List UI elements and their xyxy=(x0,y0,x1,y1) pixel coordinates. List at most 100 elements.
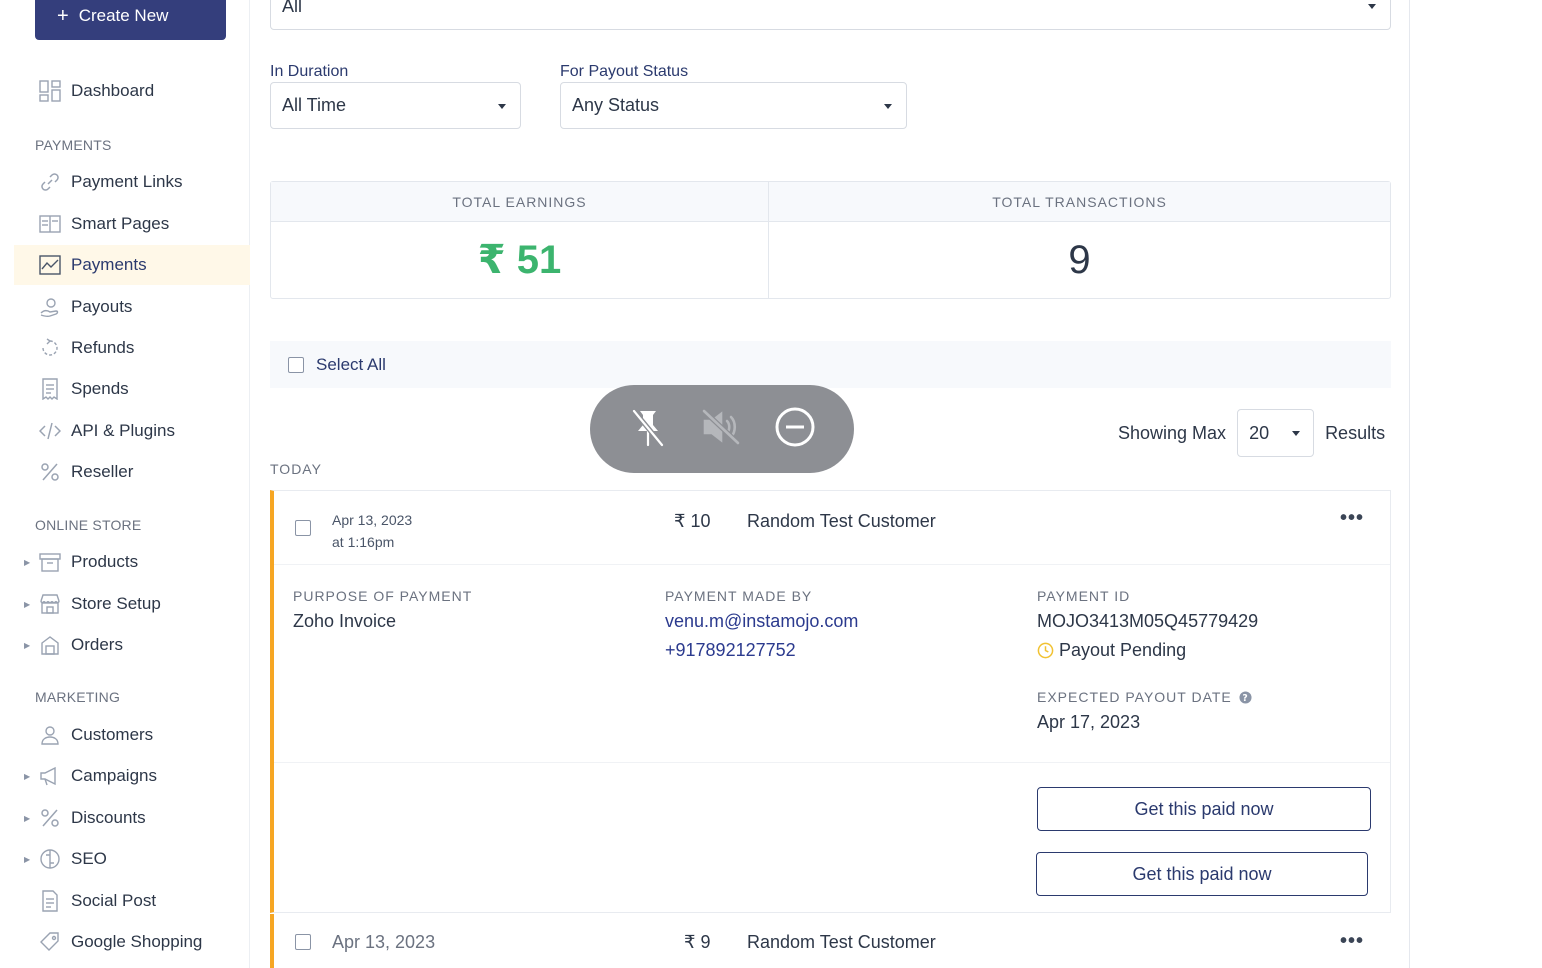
customer-name[interactable]: Random Test Customer xyxy=(747,932,936,953)
sidebar-item-api-plugins[interactable]: API & Plugins xyxy=(14,411,250,451)
total-earnings-value: ₹ 51 xyxy=(477,238,562,282)
results-label: Results xyxy=(1325,422,1386,443)
payment-id-label: PAYMENT ID xyxy=(1037,588,1131,604)
total-transactions-value: 9 xyxy=(1068,237,1091,282)
duration-select[interactable]: All Time xyxy=(270,82,521,129)
section-label-marketing: MARKETING xyxy=(35,689,121,705)
stats-panel: TOTAL EARNINGS ₹ 51 TOTAL TRANSACTIONS 9 xyxy=(270,181,1391,299)
sidebar-item-products[interactable]: ▶ Products xyxy=(14,542,250,582)
expected-payout-label: EXPECTED PAYOUT DATE ? xyxy=(1037,689,1252,705)
percent-icon xyxy=(38,460,62,484)
minus-circle-icon[interactable] xyxy=(774,406,816,453)
payment-checkbox[interactable] xyxy=(295,520,311,536)
payouts-icon xyxy=(38,295,62,319)
mute-icon[interactable] xyxy=(700,407,742,452)
top-filter-value: All xyxy=(282,0,303,16)
get-paid-now-button[interactable]: Get this paid now xyxy=(1037,787,1371,831)
total-earnings-stat: TOTAL EARNINGS ₹ 51 xyxy=(271,182,769,298)
sidebar-item-spends[interactable]: Spends xyxy=(14,369,250,409)
payment-date: Apr 13, 2023 xyxy=(332,512,413,528)
purpose-label: PURPOSE OF PAYMENT xyxy=(293,588,473,604)
orders-icon xyxy=(38,633,62,657)
sidebar-item-google-shopping[interactable]: Google Shopping xyxy=(14,922,250,962)
sidebar-item-label: Products xyxy=(71,552,139,571)
sidebar-item-label: SEO xyxy=(71,849,107,868)
select-all-checkbox[interactable] xyxy=(288,356,304,373)
sidebar-item-label: Orders xyxy=(71,635,123,654)
more-options-icon[interactable]: ••• xyxy=(1340,930,1364,953)
payout-status-select[interactable]: Any Status xyxy=(560,82,907,129)
code-icon xyxy=(38,419,62,443)
sidebar-item-dashboard[interactable]: Dashboard xyxy=(14,71,250,111)
sidebar-item-label: Reseller xyxy=(71,462,134,481)
dropdown-arrow-icon xyxy=(884,103,892,109)
payer-phone-link[interactable]: +917892127752 xyxy=(665,640,796,661)
dropdown-arrow-icon xyxy=(1292,431,1301,436)
payout-status-label: For Payout Status xyxy=(560,63,689,80)
sidebar-item-smart-pages[interactable]: Smart Pages xyxy=(14,204,250,244)
sidebar-item-refunds[interactable]: Refunds xyxy=(14,328,250,368)
store-icon xyxy=(38,592,62,616)
megaphone-icon xyxy=(38,764,62,788)
sidebar-item-label: Dashboard xyxy=(71,81,155,100)
sidebar-item-payment-links[interactable]: Payment Links xyxy=(14,162,250,202)
sidebar-item-campaigns[interactable]: ▶ Campaigns xyxy=(14,756,250,796)
customer-name[interactable]: Random Test Customer xyxy=(747,511,936,532)
payment-amount: ₹ 9 xyxy=(684,932,711,952)
right-gutter xyxy=(1411,0,1542,968)
sidebar-item-customers[interactable]: Customers xyxy=(14,715,250,755)
caret-right-icon: ▶ xyxy=(24,557,31,567)
payout-status-text: Payout Pending xyxy=(1059,640,1187,660)
floating-control-bar xyxy=(590,385,854,473)
sidebar-item-payouts[interactable]: Payouts xyxy=(14,287,250,327)
link-icon xyxy=(38,170,62,194)
caret-right-icon: ▶ xyxy=(24,599,31,609)
create-new-button[interactable]: + Create New xyxy=(35,0,226,40)
payment-time: at 1:16pm xyxy=(332,534,395,550)
payment-checkbox[interactable] xyxy=(295,934,311,950)
caret-right-icon: ▶ xyxy=(24,640,31,650)
sidebar-item-label: Payment Links xyxy=(71,172,183,191)
max-results-select[interactable]: 20 xyxy=(1237,409,1315,457)
unpin-icon[interactable] xyxy=(628,405,668,454)
sidebar-item-label: Discounts xyxy=(71,808,146,827)
duration-label: In Duration xyxy=(270,63,349,80)
sidebar-item-label: Google Shopping xyxy=(71,932,203,951)
caret-right-icon: ▶ xyxy=(24,813,31,823)
payer-email-link[interactable]: venu.m@instamojo.com xyxy=(665,611,858,632)
top-filter-select[interactable]: All xyxy=(270,0,1391,30)
smart-pages-icon xyxy=(38,212,62,236)
sidebar-item-discounts[interactable]: ▶ Discounts xyxy=(14,798,250,838)
sidebar-item-orders[interactable]: ▶ Orders xyxy=(14,625,250,665)
payment-date: Apr 13, 2023 xyxy=(332,932,436,952)
expected-payout-value: Apr 17, 2023 xyxy=(1037,712,1141,732)
plus-icon: + xyxy=(57,5,69,27)
sidebar-item-seo[interactable]: ▶ SEO xyxy=(14,839,250,879)
sidebar-item-label: Social Post xyxy=(71,891,157,910)
sidebar-item-label: Campaigns xyxy=(71,766,157,785)
group-label-today: TODAY xyxy=(270,461,322,477)
select-all-bar: Select All xyxy=(270,341,1391,388)
sidebar-item-reseller[interactable]: Reseller xyxy=(14,452,250,492)
receipt-icon xyxy=(38,377,62,401)
sidebar-item-label: Customers xyxy=(71,725,154,744)
sidebar-item-label: Payments xyxy=(71,255,147,274)
sidebar-item-label: API & Plugins xyxy=(71,421,175,440)
sidebar-item-social-post[interactable]: Social Post xyxy=(14,881,250,921)
sidebar: + Create New Dashboard PAYMENTS Payment … xyxy=(0,0,250,968)
sidebar-item-label: Smart Pages xyxy=(71,214,170,233)
sidebar-item-label: Spends xyxy=(71,379,129,398)
more-options-icon[interactable]: ••• xyxy=(1340,507,1364,530)
dashboard-icon xyxy=(38,79,62,103)
percent-icon xyxy=(38,806,62,830)
refund-icon xyxy=(38,336,62,360)
chart-line-icon xyxy=(38,253,62,277)
select-all-label[interactable]: Select All xyxy=(316,355,386,375)
help-icon[interactable]: ? xyxy=(1239,690,1252,704)
payout-status: Payout Pending xyxy=(1037,640,1186,661)
create-new-label: Create New xyxy=(78,6,169,25)
sidebar-item-payments[interactable]: Payments xyxy=(14,245,250,285)
get-paid-now-button[interactable]: Get this paid now xyxy=(1036,852,1368,896)
caret-right-icon: ▶ xyxy=(24,771,31,781)
sidebar-item-store-setup[interactable]: ▶ Store Setup xyxy=(14,584,250,624)
